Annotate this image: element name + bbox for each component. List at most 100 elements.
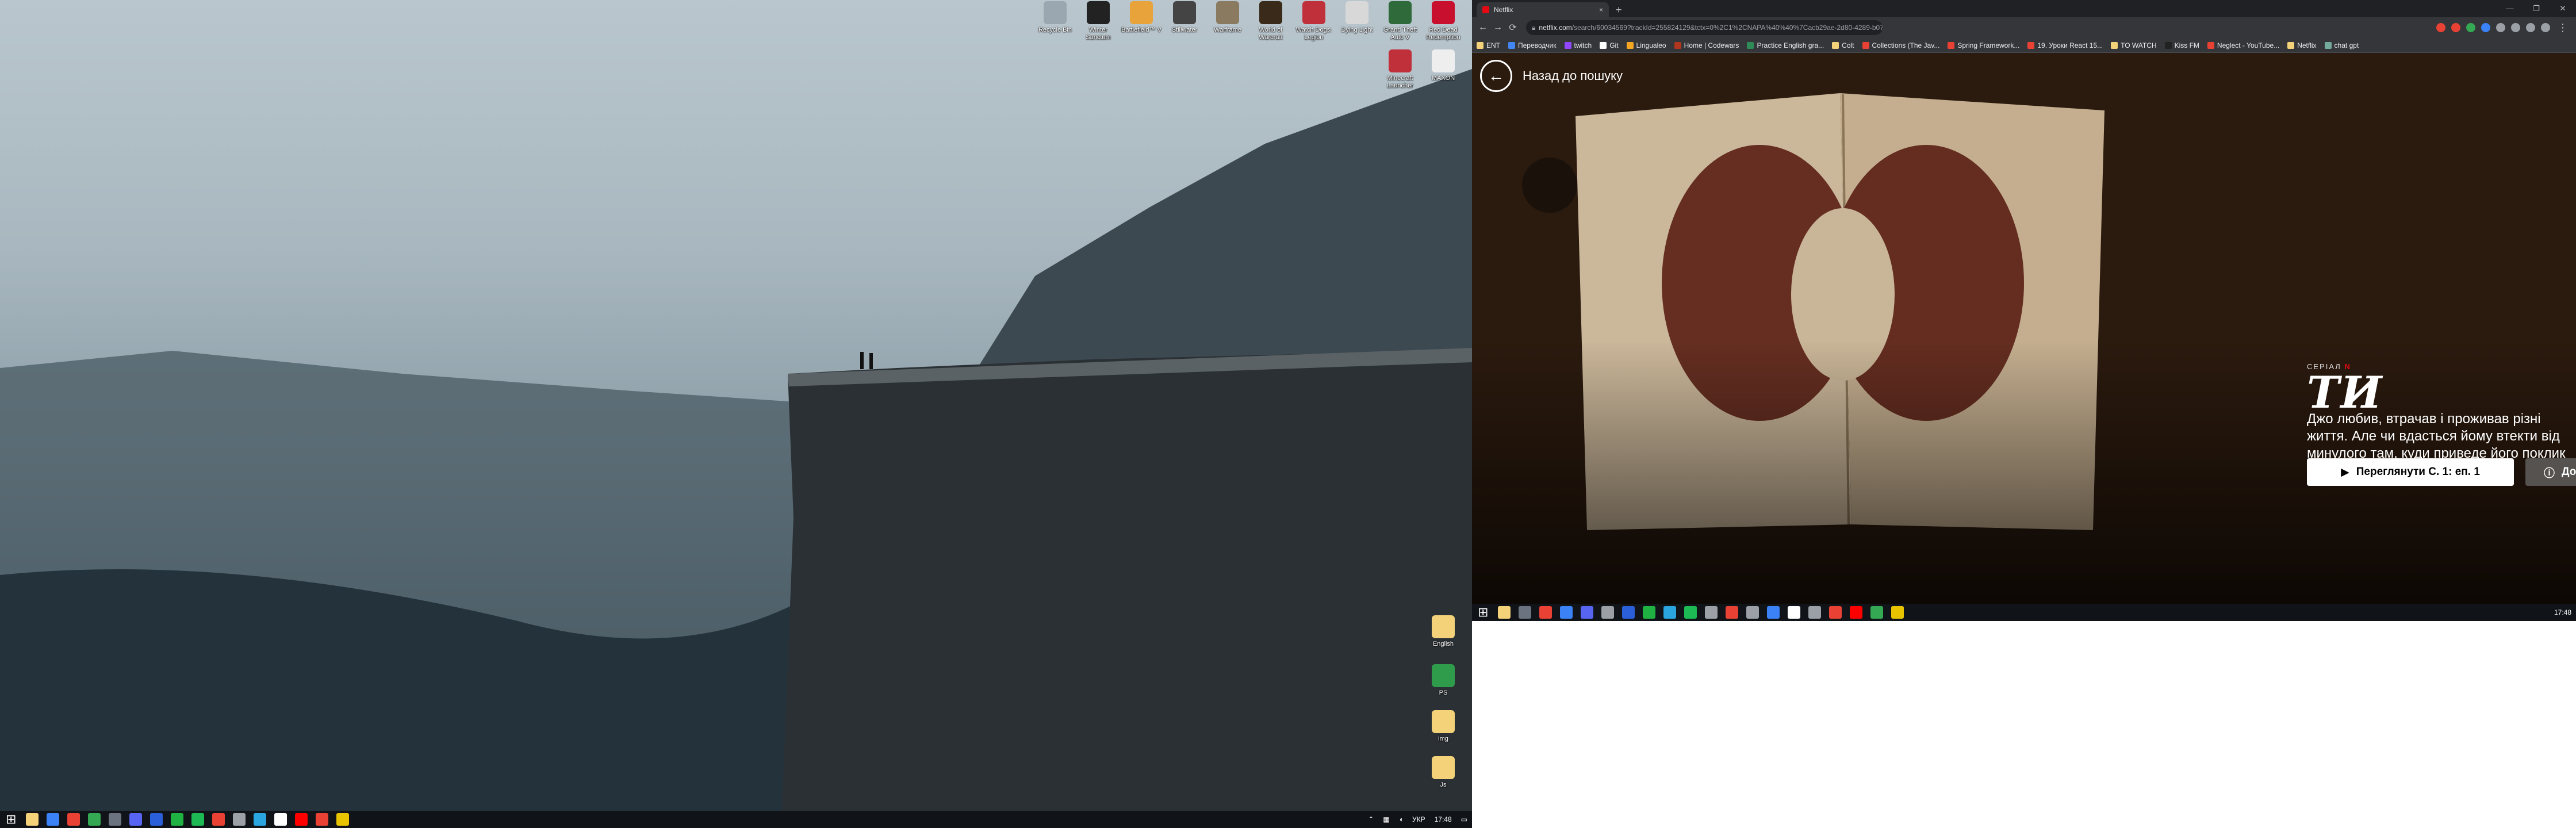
desktop-icon-app-7[interactable]: Watch Dogs: Legion [1294, 1, 1334, 41]
language-indicator[interactable]: УКР [1412, 815, 1425, 823]
taskbar-app-icon[interactable] [1767, 606, 1780, 619]
back-to-search-link[interactable]: ← Назад до пошуку [1480, 60, 1623, 92]
taskbar-app-icon[interactable] [274, 813, 288, 826]
bookmark-item[interactable]: Lingualeo [1626, 41, 1666, 49]
network-icon[interactable]: ▦ [1383, 815, 1389, 823]
taskbar-app-icon[interactable] [150, 813, 163, 826]
taskbar-app-icon[interactable] [1808, 606, 1822, 619]
desktop-folder-3[interactable]: img [1423, 710, 1463, 743]
taskbar-app-icon[interactable] [1870, 606, 1884, 619]
taskbar-app-icon[interactable] [88, 813, 101, 826]
desktop-folder-2[interactable]: PS [1423, 664, 1463, 697]
desktop-icon-app-9[interactable]: Grand Theft Auto V [1380, 1, 1420, 41]
bookmark-item[interactable]: Kiss FM [2164, 41, 2199, 49]
taskbar-app-icon[interactable] [1684, 606, 1697, 619]
close-window-button[interactable]: ✕ [2550, 0, 2576, 17]
more-info-button[interactable]: ⓘ Докладніше [2525, 458, 2576, 486]
tray-chevron-icon[interactable]: ⌃ [1368, 815, 1374, 823]
forward-button[interactable]: → [1490, 22, 1505, 33]
new-tab-button[interactable]: + [1616, 2, 1622, 17]
bookmark-item[interactable]: Neglect - YouTube... [2207, 41, 2279, 49]
desktop-icon-app-6[interactable]: World of Warcraft [1251, 1, 1291, 41]
tab-netflix[interactable]: Netflix × [1477, 2, 1609, 17]
taskbar-app-icon[interactable] [1705, 606, 1718, 619]
extension-icon[interactable] [2481, 23, 2490, 32]
taskbar-app-icon[interactable] [1601, 606, 1615, 619]
taskbar-app-icon[interactable] [212, 813, 225, 826]
taskbar-app-icon[interactable] [171, 813, 184, 826]
taskbar-app-icon[interactable] [1726, 606, 1739, 619]
minimize-button[interactable]: — [2497, 0, 2523, 17]
taskbar-app-icon[interactable] [47, 813, 60, 826]
taskbar-app-icon[interactable] [26, 813, 39, 826]
extension-icon[interactable] [2466, 23, 2475, 32]
bookmark-item[interactable]: Spring Framework... [1948, 41, 2019, 49]
taskbar-app-icon[interactable] [109, 813, 122, 826]
back-button[interactable]: ← [1475, 22, 1490, 33]
start-button[interactable]: ⊞ [6, 812, 16, 827]
address-bar[interactable]: 🔒︎ netflix.com /search/60034569?trackId=… [1526, 20, 1883, 35]
bookmark-item[interactable]: Home | Codewars [1674, 41, 1739, 49]
app-icon [1302, 1, 1325, 24]
bookmark-item[interactable]: chat gpt [2324, 41, 2359, 49]
notifications-icon[interactable]: ▭ [1461, 815, 1467, 823]
bookmark-item[interactable]: Collections (The Jav... [1862, 41, 1939, 49]
extension-icon[interactable] [2451, 23, 2460, 32]
desktop-icon-app-4[interactable]: Stillwater [1164, 1, 1205, 34]
volume-icon[interactable]: ◖ [1399, 815, 1403, 823]
taskbar-app-icon[interactable] [1581, 606, 1594, 619]
desktop-folder-4[interactable]: Js [1423, 756, 1463, 789]
taskbar-app-icon[interactable] [1498, 606, 1511, 619]
bookmark-item[interactable]: Netflix [2287, 41, 2317, 49]
reload-button[interactable]: ⟳ [1505, 22, 1520, 33]
desktop-folder-1[interactable]: English [1423, 615, 1463, 648]
taskbar-app-icon[interactable] [1746, 606, 1759, 619]
taskbar-app-icon[interactable] [316, 813, 329, 826]
bookmark-item[interactable]: 19. Уроки React 15... [2027, 41, 2103, 49]
taskbar-app-icon[interactable] [1891, 606, 1904, 619]
desktop-icon-app-2[interactable]: Winter Sanctum [1078, 1, 1118, 41]
taskbar-app-icon[interactable] [1643, 606, 1656, 619]
chrome-menu-icon[interactable]: ⋮ [2558, 22, 2568, 34]
clock[interactable]: 17:48 [1435, 815, 1452, 823]
start-button[interactable]: ⊞ [1478, 605, 1488, 620]
extension-icon[interactable] [2496, 23, 2505, 32]
bookmark-item[interactable]: Colt [1832, 41, 1854, 49]
bookmark-item[interactable]: Переводчик [1508, 41, 1557, 49]
clock[interactable]: 17:48 [2554, 608, 2571, 616]
tab-close-icon[interactable]: × [1599, 6, 1603, 14]
taskbar-app-icon[interactable] [336, 813, 350, 826]
extension-icon[interactable] [2541, 23, 2550, 32]
desktop-icon-app-3[interactable]: Battlefield™ V [1121, 1, 1162, 34]
desktop-icon-app-8[interactable]: Dying Light [1337, 1, 1377, 34]
play-button[interactable]: ▶ Переглянути С. 1: еп. 1 [2307, 458, 2514, 486]
taskbar-app-icon[interactable] [67, 813, 80, 826]
desktop-icon-app-10[interactable]: Red Dead Redemption [1423, 1, 1463, 41]
desktop-icon-app-5[interactable]: Warframe [1208, 1, 1248, 34]
maximize-button[interactable]: ❐ [2523, 0, 2550, 17]
taskbar-app-icon[interactable] [1850, 606, 1863, 619]
bookmark-item[interactable]: TO WATCH [2111, 41, 2157, 49]
taskbar-app-icon[interactable] [129, 813, 143, 826]
taskbar-app-icon[interactable] [233, 813, 246, 826]
taskbar-app-icon[interactable] [1519, 606, 1532, 619]
desktop-icon-app-12[interactable]: MAXON [1423, 49, 1463, 82]
taskbar-app-icon[interactable] [295, 813, 308, 826]
bookmark-item[interactable]: twitch [1564, 41, 1592, 49]
bookmark-item[interactable]: Git [1600, 41, 1619, 49]
extension-icon[interactable] [2511, 23, 2520, 32]
taskbar-app-icon[interactable] [1560, 606, 1573, 619]
bookmark-item[interactable]: ENT [1477, 41, 1500, 49]
desktop-icon-recycle-bin[interactable]: Recycle Bin [1035, 1, 1075, 34]
taskbar-app-icon[interactable] [1622, 606, 1635, 619]
taskbar-app-icon[interactable] [1829, 606, 1842, 619]
taskbar-app-icon[interactable] [191, 813, 205, 826]
extension-icon[interactable] [2526, 23, 2535, 32]
bookmark-item[interactable]: Practice English gra... [1747, 41, 1824, 49]
taskbar-app-icon[interactable] [1539, 606, 1552, 619]
taskbar-app-icon[interactable] [1788, 606, 1801, 619]
taskbar-app-icon[interactable] [254, 813, 267, 826]
extension-icon[interactable] [2436, 23, 2445, 32]
taskbar-app-icon[interactable] [1663, 606, 1677, 619]
desktop-icon-app-11[interactable]: Minecraft Launcher [1380, 49, 1420, 90]
